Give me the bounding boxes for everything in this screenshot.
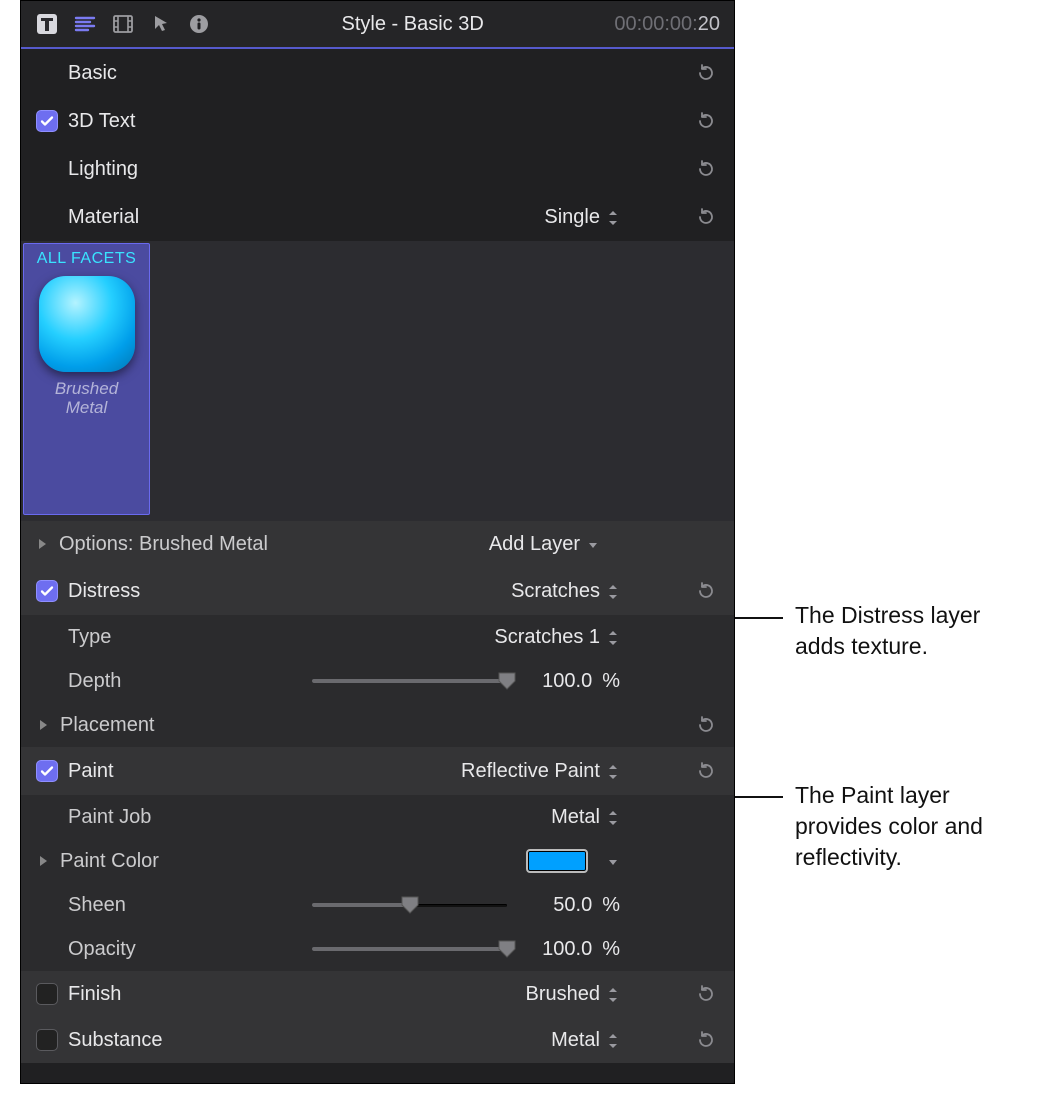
checkbox-3d-text[interactable] — [36, 110, 58, 132]
opacity-slider[interactable] — [312, 939, 507, 959]
annotation-paint: The Paint layer provides color and refle… — [795, 780, 1025, 873]
paint-job-label: Paint Job — [68, 806, 151, 829]
distress-value-dropdown[interactable]: Scratches — [511, 580, 620, 603]
swatch-name-line1: Brushed — [55, 380, 118, 399]
distress-depth-row: Depth 100.0 % — [21, 659, 734, 703]
disclosure-triangle-icon[interactable] — [35, 538, 49, 550]
chevron-down-icon[interactable] — [606, 853, 620, 869]
substance-row[interactable]: Substance Metal — [21, 1017, 734, 1063]
cursor-tab-icon[interactable] — [149, 12, 173, 36]
opacity-label: Opacity — [68, 938, 136, 961]
checkbox-finish[interactable] — [36, 983, 58, 1005]
sheen-value[interactable]: 50.0 % — [517, 894, 620, 917]
updown-icon — [606, 1032, 620, 1048]
basic-label: Basic — [68, 62, 117, 85]
reset-icon[interactable] — [692, 711, 720, 739]
reset-icon[interactable] — [692, 107, 720, 135]
section-lighting[interactable]: Lighting — [21, 145, 734, 193]
slider-thumb-icon[interactable] — [498, 672, 516, 690]
paint-value-dropdown[interactable]: Reflective Paint — [461, 760, 620, 783]
updown-icon — [606, 809, 620, 825]
slider-thumb-icon[interactable] — [498, 940, 516, 958]
distress-label: Distress — [68, 580, 140, 603]
leader-line — [735, 617, 783, 619]
updown-icon — [606, 209, 620, 225]
section-3d-text[interactable]: 3D Text — [21, 97, 734, 145]
reset-icon[interactable] — [692, 757, 720, 785]
slider-thumb-icon[interactable] — [401, 896, 419, 914]
video-tab-icon[interactable] — [111, 12, 135, 36]
finish-row[interactable]: Finish Brushed — [21, 971, 734, 1017]
checkbox-substance[interactable] — [36, 1029, 58, 1051]
sheen-slider[interactable] — [312, 895, 507, 915]
text-tab-icon[interactable] — [35, 12, 59, 36]
section-basic[interactable]: Basic — [21, 49, 734, 97]
updown-icon — [606, 763, 620, 779]
swatch-preview-sphere — [39, 276, 135, 372]
swatch-header: ALL FACETS — [37, 250, 137, 268]
material-swatch[interactable]: ALL FACETS Brushed Metal — [23, 243, 150, 515]
depth-value[interactable]: 100.0 % — [517, 670, 620, 693]
inspector-toolbar: Style - Basic 3D 00:00:00:20 — [21, 1, 734, 49]
updown-icon — [606, 583, 620, 599]
reset-icon[interactable] — [692, 155, 720, 183]
paint-color-label: Paint Color — [60, 850, 159, 873]
depth-slider[interactable] — [312, 671, 507, 691]
reset-icon[interactable] — [692, 980, 720, 1008]
distress-type-row: Type Scratches 1 — [21, 615, 734, 659]
inspector-panel: Style - Basic 3D 00:00:00:20 Basic 3D Te… — [20, 0, 735, 1084]
reset-icon[interactable] — [692, 203, 720, 231]
reset-icon[interactable] — [692, 577, 720, 605]
updown-icon — [606, 629, 620, 645]
placement-row[interactable]: Placement — [21, 703, 734, 747]
updown-icon — [606, 986, 620, 1002]
distress-type-dropdown[interactable]: Scratches 1 — [494, 626, 620, 649]
paint-label: Paint — [68, 760, 114, 783]
info-tab-icon[interactable] — [187, 12, 211, 36]
paint-color-row: Paint Color — [21, 839, 734, 883]
lighting-label: Lighting — [68, 158, 138, 181]
distress-row[interactable]: Distress Scratches — [21, 567, 734, 615]
substance-label: Substance — [68, 1029, 163, 1052]
paint-color-well[interactable] — [526, 849, 588, 873]
reset-icon[interactable] — [692, 1026, 720, 1054]
substance-value-dropdown[interactable]: Metal — [551, 1029, 620, 1052]
swatch-name-line2: Metal — [66, 399, 108, 418]
reset-icon[interactable] — [692, 59, 720, 87]
checkbox-paint[interactable] — [36, 760, 58, 782]
placement-label: Placement — [60, 714, 155, 737]
section-material[interactable]: Material Single — [21, 193, 734, 241]
timecode[interactable]: 00:00:00:20 — [614, 13, 720, 36]
opacity-value[interactable]: 100.0 % — [517, 938, 620, 961]
distress-depth-label: Depth — [68, 670, 121, 693]
3d-text-label: 3D Text — [68, 110, 135, 133]
finish-value-dropdown[interactable]: Brushed — [526, 983, 621, 1006]
distress-type-label: Type — [68, 626, 111, 649]
paragraph-tab-icon[interactable] — [73, 12, 97, 36]
options-row: Options: Brushed Metal Add Layer — [21, 521, 734, 567]
paint-job-row: Paint Job Metal — [21, 795, 734, 839]
opacity-row: Opacity 100.0 % — [21, 927, 734, 971]
disclosure-triangle-icon[interactable] — [36, 719, 50, 731]
material-value-dropdown[interactable]: Single — [544, 206, 620, 229]
add-layer-dropdown[interactable]: Add Layer — [489, 533, 600, 556]
chevron-down-icon — [586, 536, 600, 552]
annotation-distress: The Distress layer adds texture. — [795, 600, 1035, 662]
finish-label: Finish — [68, 983, 121, 1006]
checkbox-distress[interactable] — [36, 580, 58, 602]
material-preview-well: ALL FACETS Brushed Metal — [21, 241, 734, 521]
material-label: Material — [68, 206, 139, 229]
paint-row[interactable]: Paint Reflective Paint — [21, 747, 734, 795]
sheen-label: Sheen — [68, 894, 126, 917]
disclosure-triangle-icon[interactable] — [36, 855, 50, 867]
sheen-row: Sheen 50.0 % — [21, 883, 734, 927]
options-label: Options: Brushed Metal — [59, 533, 268, 556]
leader-line — [735, 796, 783, 798]
paint-job-dropdown[interactable]: Metal — [551, 806, 620, 829]
panel-title: Style - Basic 3D — [227, 13, 598, 36]
